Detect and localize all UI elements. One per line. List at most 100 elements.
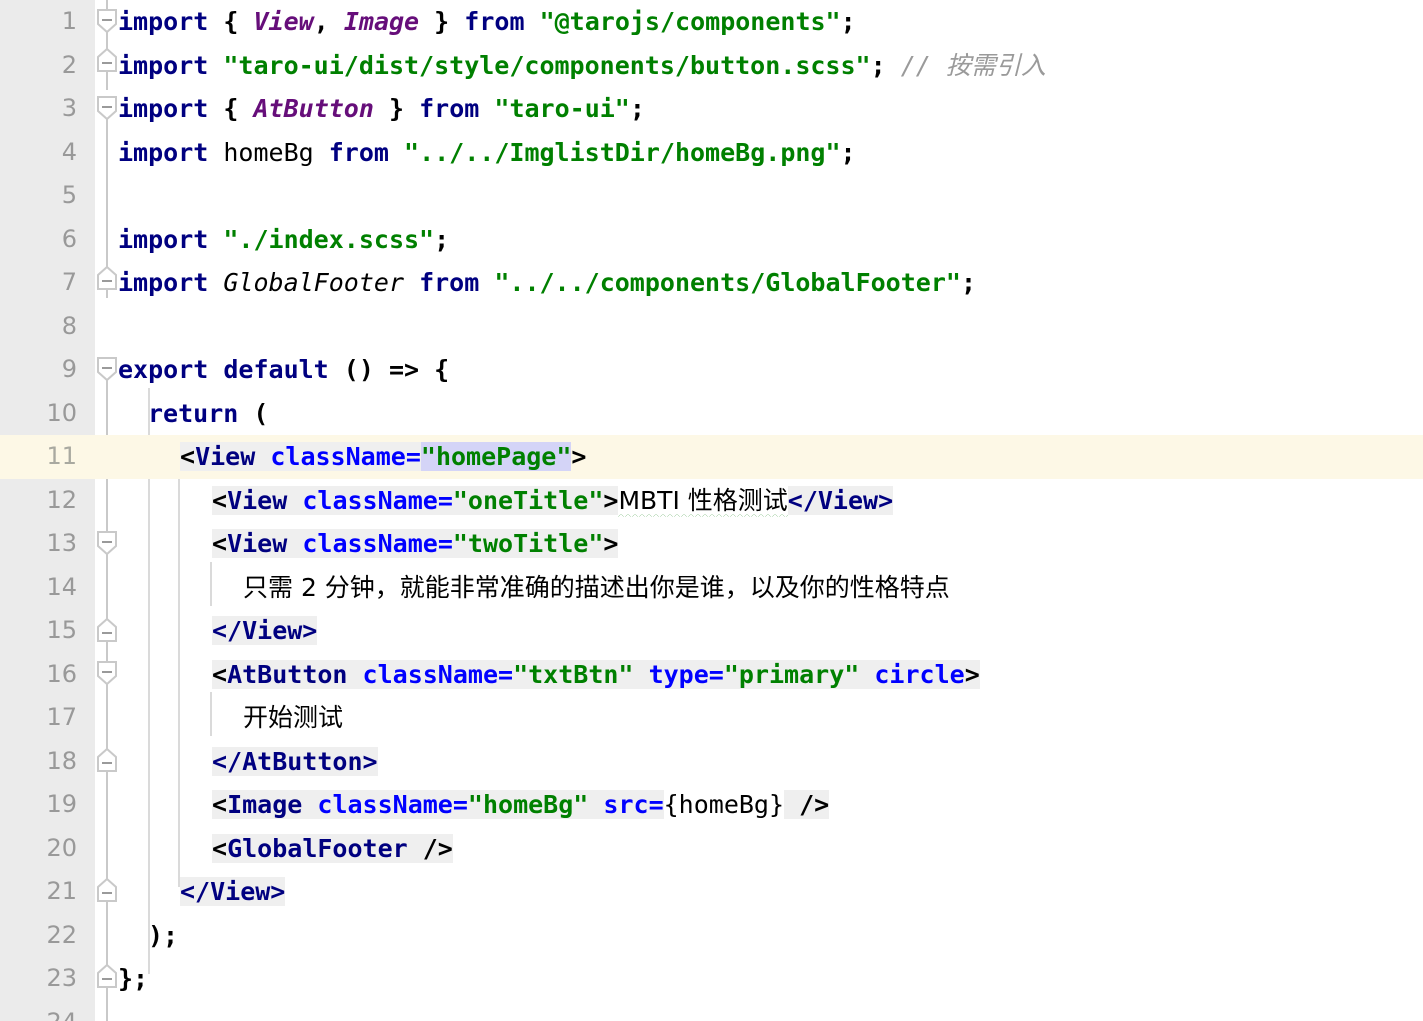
identifier-homebg: homeBg	[223, 137, 314, 167]
jsx-classname-value: "oneTitle"	[452, 485, 604, 515]
quote: "	[420, 442, 436, 471]
jsx-closing-tag-view: </View>	[212, 616, 318, 645]
jsx-attr-classname: className	[302, 485, 438, 515]
line-content[interactable]: import homeBg from "../../ImglistDir/hom…	[118, 131, 856, 175]
line-number: 12	[46, 485, 77, 514]
jsx-closing-tag-atbutton: </AtButton>	[212, 746, 378, 776]
jsx-text-content: MBTI 性格测试	[618, 485, 788, 517]
line-content[interactable]: export default () => {	[118, 348, 449, 392]
code-line[interactable]: 23 };	[0, 957, 1423, 1001]
line-number: 23	[46, 964, 77, 992]
line-number: 21	[46, 877, 77, 905]
brace-open: {	[434, 355, 450, 384]
code-line[interactable]: 24	[0, 1001, 1423, 1021]
line-content[interactable]: import { AtButton } from "taro-ui";	[118, 87, 645, 131]
module-path: "taro-ui"	[494, 94, 630, 123]
line-number: 1	[61, 7, 77, 35]
line-number: 24	[0, 1001, 95, 1021]
code-line[interactable]: 1 import { View, Image } from "@tarojs/c…	[0, 0, 1423, 44]
semicolon: ;	[840, 137, 856, 167]
jsx-closing-tag-view: </View>	[787, 485, 894, 515]
code-line[interactable]: 18 </AtButton>	[0, 740, 1423, 784]
line-content[interactable]: import GlobalFooter from "../../componen…	[118, 261, 976, 305]
code-line[interactable]: 19 <Image className="homeBg" src={homeBg…	[0, 783, 1423, 827]
line-content[interactable]: <Image className="homeBg" src={homeBg} /…	[212, 783, 830, 827]
line-content[interactable]: return (	[148, 392, 268, 436]
module-path: "../../ImglistDir/homeBg.png"	[404, 137, 841, 167]
code-line[interactable]: 22 );	[0, 914, 1423, 958]
code-line[interactable]: 9 export default () => {	[0, 348, 1423, 392]
code-line[interactable]: 10 return (	[0, 392, 1423, 436]
jsx-tag-globalfooter: GlobalFooter	[227, 833, 408, 863]
line-number: 8	[61, 311, 77, 340]
code-area[interactable]: 1 import { View, Image } from "@tarojs/c…	[0, 0, 1423, 1021]
line-content[interactable]: </AtButton>	[212, 740, 378, 784]
line-number: 19	[46, 790, 77, 818]
keyword-import: import	[118, 268, 209, 297]
code-line[interactable]: 7 import GlobalFooter from "../../compon…	[0, 261, 1423, 305]
line-number: 10	[46, 398, 77, 427]
semicolon: ;	[434, 224, 450, 254]
jsx-attr-classname: className	[317, 790, 453, 819]
line-content[interactable]: import "./index.scss";	[118, 218, 449, 262]
line-content[interactable]: <GlobalFooter />	[212, 827, 453, 871]
jsx-attr-classname: className	[362, 659, 499, 689]
line-number: 15	[46, 616, 77, 644]
line-content[interactable]: import { View, Image } from "@tarojs/com…	[118, 0, 856, 44]
code-line[interactable]: 8	[0, 305, 1423, 349]
line-content[interactable]: };	[118, 957, 148, 1001]
jsx-open-bracket: <	[212, 659, 228, 689]
line-comment: // 按需引入	[900, 50, 1046, 80]
code-line[interactable]: 5	[0, 174, 1423, 218]
code-line[interactable]: 2 import "taro-ui/dist/style/components/…	[0, 44, 1423, 88]
code-line[interactable]: 20 <GlobalFooter />	[0, 827, 1423, 871]
code-line[interactable]: 21 </View>	[0, 870, 1423, 914]
jsx-close-bracket: >	[603, 485, 619, 515]
line-content[interactable]: );	[148, 914, 178, 958]
keyword-from: from	[419, 94, 480, 123]
comma: ,	[313, 7, 329, 36]
code-line[interactable]: 17 开始测试	[0, 696, 1423, 740]
code-line-current[interactable]: 11 <View className="homePage">	[0, 435, 1423, 479]
jsx-classname-value: "homeBg"	[467, 790, 589, 819]
code-line[interactable]: 6 import "./index.scss";	[0, 218, 1423, 262]
keyword-default: default	[223, 355, 329, 384]
line-content[interactable]: <AtButton className="txtBtn" type="prima…	[212, 653, 980, 697]
keyword-return: return	[148, 398, 239, 428]
jsx-expression-homebg: {homeBg}	[663, 790, 785, 819]
code-line[interactable]: 16 <AtButton className="txtBtn" type="pr…	[0, 653, 1423, 697]
semicolon: ;	[870, 50, 886, 80]
brace-open: {	[223, 7, 239, 36]
code-editor[interactable]: 1 import { View, Image } from "@tarojs/c…	[0, 0, 1423, 1021]
line-number: 4	[61, 137, 77, 166]
line-content[interactable]: </View>	[212, 609, 318, 653]
jsx-self-close: />	[799, 790, 830, 819]
quote: "	[556, 442, 572, 471]
code-line[interactable]: 13 <View className="twoTitle">	[0, 522, 1423, 566]
line-number: 3	[61, 94, 77, 122]
code-line[interactable]: 4 import homeBg from "../../ImglistDir/h…	[0, 131, 1423, 175]
jsx-close-bracket: >	[603, 529, 619, 558]
keyword-import: import	[118, 94, 209, 123]
line-number: 20	[46, 833, 77, 862]
keyword-from: from	[328, 137, 389, 167]
line-content[interactable]: </View>	[180, 870, 286, 914]
code-line[interactable]: 15 </View>	[0, 609, 1423, 653]
jsx-attr-classname: className	[302, 529, 438, 558]
jsx-open-bracket: <	[212, 790, 228, 819]
jsx-tag-image: Image	[227, 790, 303, 819]
semicolon: ;	[840, 7, 856, 36]
line-content[interactable]: <View className="homePage">	[180, 435, 586, 479]
jsx-type-value: "primary"	[723, 659, 860, 689]
line-content[interactable]: <View className="oneTitle">MBTI 性格测试</Vi…	[212, 479, 894, 523]
line-content[interactable]: <View className="twoTitle">	[212, 522, 619, 566]
code-line[interactable]: 12 <View className="oneTitle">MBTI 性格测试<…	[0, 479, 1423, 523]
semicolon: ;	[629, 94, 645, 123]
jsx-text-content: 只需 2 分钟，就能非常准确的描述出你是谁，以及你的性格特点	[243, 572, 950, 602]
code-line[interactable]: 3 import { AtButton } from "taro-ui";	[0, 87, 1423, 131]
line-number: 5	[61, 181, 77, 209]
line-content[interactable]: import "taro-ui/dist/style/components/bu…	[118, 44, 1046, 88]
code-line[interactable]: 14 只需 2 分钟，就能非常准确的描述出你是谁，以及你的性格特点	[0, 566, 1423, 610]
jsx-attr-circle: circle	[874, 659, 965, 689]
equals: =	[437, 485, 453, 515]
